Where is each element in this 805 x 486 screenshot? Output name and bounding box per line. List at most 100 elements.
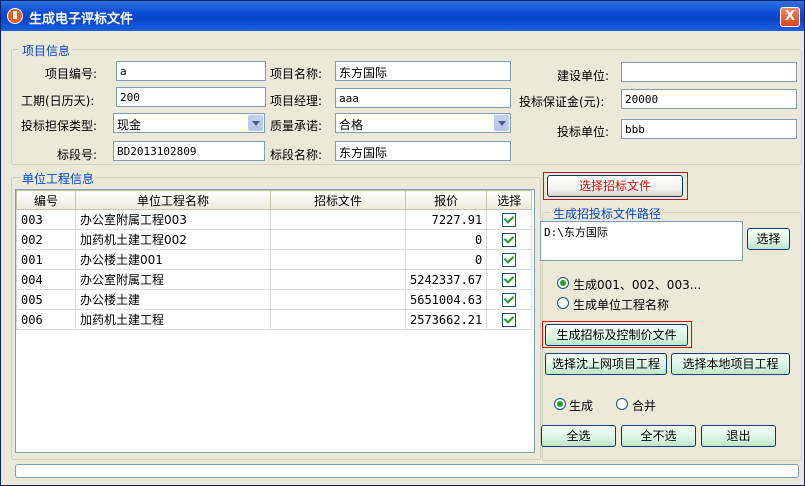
cell-code: 005 — [16, 289, 76, 310]
path-group-title: 生成招投标文件路径 — [551, 205, 664, 222]
exit-button[interactable]: 退出 — [701, 425, 776, 447]
project-no-input[interactable]: a — [116, 61, 266, 81]
cell-code: 001 — [16, 249, 76, 270]
cell-file[interactable] — [270, 229, 406, 250]
row-checkbox[interactable] — [502, 212, 517, 227]
guarantee-value: 现金 — [117, 118, 142, 132]
col-header-file[interactable]: 招标文件 — [270, 190, 406, 210]
table-row[interactable]: 006 加药机土建工程 2573662.21 — [16, 309, 533, 330]
generate-radio[interactable] — [554, 398, 566, 410]
path-textbox[interactable]: D:\东方国际 — [540, 221, 743, 261]
cell-select — [486, 249, 533, 270]
cell-code: 003 — [16, 209, 76, 230]
table-row[interactable]: 005 办公楼土建 5651004.63 — [16, 289, 533, 310]
project-info-title: 项目信息 — [20, 42, 73, 59]
builder-input[interactable] — [621, 62, 797, 82]
select-path-button[interactable]: 选择 — [747, 228, 790, 250]
cell-select — [486, 269, 533, 290]
section-no-label: 标段号: — [57, 148, 98, 162]
row-checkbox[interactable] — [502, 272, 517, 287]
project-no-label: 项目编号: — [45, 67, 98, 81]
quality-value: 合格 — [339, 118, 364, 132]
select-online-project-button[interactable]: 选择沈上网项目工程 — [545, 353, 667, 375]
chevron-down-icon[interactable] — [494, 115, 509, 131]
merge-label[interactable]: 合并 — [632, 397, 656, 414]
gen-codes-radio[interactable] — [557, 277, 569, 289]
cell-price: 7227.91 — [404, 209, 488, 230]
dialog-window: 生成电子评标文件 X 项目信息 项目编号: a 项目名称: 东方国际 建设单位:… — [0, 0, 805, 486]
table-row[interactable]: 001 办公楼土建001 0 — [16, 249, 533, 270]
cell-price: 0 — [404, 249, 488, 270]
table-row[interactable]: 004 办公室附属工程 5242337.67 — [16, 269, 533, 290]
col-header-select[interactable]: 选择 — [486, 190, 533, 210]
cell-name: 加药机土建工程002 — [75, 229, 271, 250]
cell-name: 加药机土建工程 — [75, 309, 271, 330]
builder-label: 建设单位: — [557, 69, 610, 83]
section-name-input[interactable]: 东方国际 — [335, 141, 511, 161]
bidder-input[interactable]: bbb — [621, 119, 797, 139]
select-all-button[interactable]: 全选 — [541, 425, 616, 447]
duration-label: 工期(日历天): — [21, 94, 95, 108]
unit-table[interactable]: 编号 单位工程名称 招标文件 报价 选择 003 办公室附属工程003 7227… — [15, 189, 535, 453]
cell-file[interactable] — [270, 289, 406, 310]
cell-price: 5651004.63 — [404, 289, 488, 310]
manager-label: 项目经理: — [270, 94, 323, 108]
cell-code: 002 — [16, 229, 76, 250]
guarantee-label: 投标担保类型: — [21, 119, 98, 133]
unit-grid: 编号 单位工程名称 招标文件 报价 选择 003 办公室附属工程003 7227… — [16, 190, 533, 330]
row-checkbox[interactable] — [502, 312, 517, 327]
duration-input[interactable]: 200 — [116, 87, 266, 107]
select-local-project-button[interactable]: 选择本地项目工程 — [671, 353, 790, 375]
cell-file[interactable] — [270, 269, 406, 290]
gen-names-label[interactable]: 生成单位工程名称 — [573, 296, 669, 313]
generate-label[interactable]: 生成 — [569, 397, 593, 414]
col-header-price[interactable]: 报价 — [404, 190, 488, 210]
manager-input[interactable]: aaa — [335, 88, 511, 108]
table-row[interactable]: 003 办公室附属工程003 7227.91 — [16, 209, 533, 230]
project-name-label: 项目名称: — [270, 67, 323, 81]
gen-names-radio[interactable] — [557, 297, 569, 309]
cell-select — [486, 229, 533, 250]
table-row[interactable]: 002 加药机土建工程002 0 — [16, 229, 533, 250]
select-none-button[interactable]: 全不选 — [621, 425, 696, 447]
unit-info-title: 单位工程信息 — [20, 170, 97, 187]
cell-price: 0 — [404, 229, 488, 250]
guarantee-select[interactable]: 现金 — [113, 113, 265, 133]
cell-code: 004 — [16, 269, 76, 290]
project-name-input[interactable]: 东方国际 — [335, 61, 511, 81]
cell-code: 006 — [16, 309, 76, 330]
cell-price: 5242337.67 — [404, 269, 488, 290]
select-bid-file-button[interactable]: 选择招标文件 — [547, 175, 683, 197]
merge-radio[interactable] — [616, 398, 628, 410]
status-bar — [15, 464, 799, 478]
deposit-input[interactable]: 20000 — [621, 89, 797, 109]
title-bar[interactable]: 生成电子评标文件 X — [1, 1, 804, 31]
gen-codes-label[interactable]: 生成001、002、003... — [573, 276, 701, 293]
col-header-name[interactable]: 单位工程名称 — [75, 190, 271, 210]
deposit-label: 投标保证金(元): — [519, 95, 605, 109]
col-header-code[interactable]: 编号 — [16, 190, 76, 210]
cell-file[interactable] — [270, 309, 406, 330]
section-name-label: 标段名称: — [270, 148, 323, 162]
row-checkbox[interactable] — [502, 232, 517, 247]
cell-file[interactable] — [270, 209, 406, 230]
cell-name: 办公室附属工程003 — [75, 209, 271, 230]
app-icon — [7, 8, 23, 24]
row-checkbox[interactable] — [502, 292, 517, 307]
gen-control-file-button[interactable]: 生成招标及控制价文件 — [545, 324, 688, 346]
cell-select — [486, 309, 533, 330]
cell-select — [486, 289, 533, 310]
quality-select[interactable]: 合格 — [335, 113, 511, 133]
cell-name: 办公室附属工程 — [75, 269, 271, 290]
table-header-row: 编号 单位工程名称 招标文件 报价 选择 — [16, 190, 533, 210]
dialog-client: 项目信息 项目编号: a 项目名称: 东方国际 建设单位: 工期(日历天): 2… — [5, 32, 802, 483]
cell-file[interactable] — [270, 249, 406, 270]
quality-label: 质量承诺: — [270, 119, 323, 133]
close-button[interactable]: X — [780, 7, 800, 27]
bidder-label: 投标单位: — [557, 125, 610, 139]
row-checkbox[interactable] — [502, 252, 517, 267]
window-title: 生成电子评标文件 — [29, 12, 134, 27]
cell-price: 2573662.21 — [404, 309, 488, 330]
section-no-input[interactable]: BD2013102809 — [113, 141, 265, 161]
chevron-down-icon[interactable] — [248, 115, 263, 131]
